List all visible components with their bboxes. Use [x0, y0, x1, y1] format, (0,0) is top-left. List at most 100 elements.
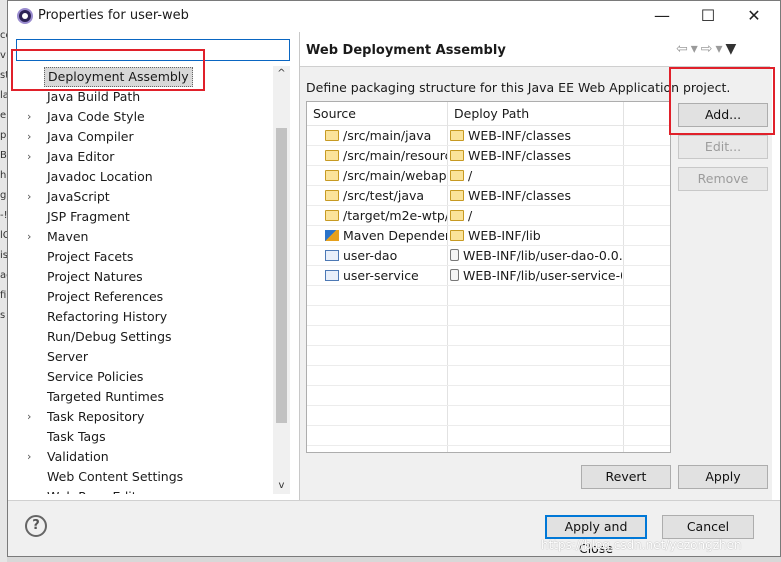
tree-item[interactable]: Refactoring History — [16, 307, 274, 327]
expand-arrow-icon[interactable]: › — [27, 447, 31, 467]
column-header-empty — [624, 102, 670, 126]
expand-arrow-icon[interactable]: › — [27, 227, 31, 247]
expand-arrow-icon[interactable]: › — [27, 107, 31, 127]
jar-icon — [450, 269, 459, 281]
background-text-fragment: g — [0, 190, 7, 201]
tree-item[interactable]: › Maven — [16, 227, 274, 247]
page-title: Web Deployment Assembly — [306, 43, 506, 58]
tree-item[interactable]: Project Facets — [16, 247, 274, 267]
empty-table-row — [307, 286, 670, 306]
folder-icon — [450, 230, 464, 241]
tree-item-label: Javadoc Location — [47, 169, 153, 184]
tree-item-label: Project Facets — [47, 249, 134, 264]
folder-icon — [325, 150, 339, 161]
table-row[interactable]: /target/m2e-wtp/web-resources / — [307, 206, 670, 226]
table-row[interactable]: /src/main/webapp / — [307, 166, 670, 186]
empty-table-row — [307, 386, 670, 406]
expand-arrow-icon[interactable]: › — [27, 147, 31, 167]
source-text: user-dao — [343, 248, 398, 263]
table-row[interactable]: /src/main/java WEB-INF/classes — [307, 126, 670, 146]
source-text: /src/test/java — [343, 188, 425, 203]
tree-item[interactable]: Javadoc Location — [16, 167, 274, 187]
maven-project-icon — [325, 250, 339, 261]
tree-item[interactable]: Service Policies — [16, 367, 274, 387]
apply-and-close-button[interactable]: Apply and Close — [545, 515, 647, 556]
edit-button[interactable]: Edit... — [678, 135, 768, 159]
forward-arrow-icon[interactable]: ⇨ — [701, 41, 713, 57]
deploy-path-text: WEB-INF/classes — [468, 128, 572, 143]
deployment-assembly-table[interactable]: Source ^ Deploy Path /src/main/java WEB-I… — [306, 101, 671, 453]
tree-item[interactable]: › Java Editor — [16, 147, 274, 167]
expand-arrow-icon[interactable]: › — [27, 187, 31, 207]
tree-item-label: Task Tags — [47, 429, 106, 444]
tree-item[interactable]: Web Page Editor — [16, 487, 274, 494]
tree-item[interactable]: Project References — [16, 287, 274, 307]
source-cell: /src/main/webapp — [325, 166, 447, 186]
tree-item[interactable]: Project Natures — [16, 267, 274, 287]
empty-table-row — [307, 306, 670, 326]
tree-item-label: JavaScript — [47, 189, 110, 204]
eclipse-icon — [17, 8, 33, 24]
tree-item[interactable]: › Java Compiler — [16, 127, 274, 147]
deploy-path-cell: / — [450, 206, 622, 226]
deploy-path-text: WEB-INF/lib/user-dao-0.0.1-SNAPSHOT.jar — [463, 248, 622, 263]
source-cell: /src/test/java — [325, 186, 447, 206]
tree-item-label: Targeted Runtimes — [47, 389, 164, 404]
cancel-button[interactable]: Cancel — [662, 515, 754, 539]
table-row[interactable]: /src/main/resources WEB-INF/classes — [307, 146, 670, 166]
tree-item[interactable]: Run/Debug Settings — [16, 327, 274, 347]
scroll-down-icon[interactable]: v — [273, 478, 290, 494]
source-cell: user-service — [325, 266, 447, 286]
folder-icon — [450, 210, 464, 221]
forward-menu-icon[interactable]: ▾ — [716, 41, 723, 57]
apply-button[interactable]: Apply — [678, 465, 768, 489]
column-header-deploy-path[interactable]: Deploy Path — [448, 102, 624, 126]
deploy-path-text: / — [468, 168, 473, 183]
tree-item-label: JSP Fragment — [47, 209, 130, 224]
tree-item[interactable]: › Java Code Style — [16, 107, 274, 127]
tree-item[interactable]: Server — [16, 347, 274, 367]
tree-scrollbar-thumb[interactable] — [276, 128, 287, 423]
deploy-path-text: / — [468, 208, 473, 223]
tree-item-label: Maven — [47, 229, 89, 244]
deploy-path-cell: WEB-INF/classes — [450, 146, 622, 166]
deploy-path-cell: WEB-INF/classes — [450, 186, 622, 206]
source-cell: /src/main/resources — [325, 146, 447, 166]
tree-item-label: Web Page Editor — [44, 487, 152, 494]
minimize-button[interactable]: — — [639, 1, 685, 32]
table-row[interactable]: Maven Dependencies WEB-INF/lib — [307, 226, 670, 246]
tree-item[interactable]: Targeted Runtimes — [16, 387, 274, 407]
view-menu-icon[interactable]: ▼ — [726, 41, 737, 57]
scroll-up-icon[interactable]: ^ — [273, 66, 290, 82]
folder-icon — [325, 170, 339, 181]
back-menu-icon[interactable]: ▾ — [691, 41, 698, 57]
background-window-strip: co v st la e pr Bhi g -! lC is ac fi s — [0, 0, 12, 562]
maven-library-icon — [325, 230, 339, 241]
tree-item[interactable]: › JavaScript — [16, 187, 274, 207]
tree-item[interactable]: JSP Fragment — [16, 207, 274, 227]
table-row[interactable]: /src/test/java WEB-INF/classes — [307, 186, 670, 206]
table-row[interactable]: user-service WEB-INF/lib/user-service-0.0… — [307, 266, 670, 286]
tree-item-label: Java Compiler — [47, 129, 134, 144]
expand-arrow-icon[interactable]: › — [27, 407, 31, 427]
tree-item[interactable]: › Validation — [16, 447, 274, 467]
tree-item-label: Project References — [47, 289, 164, 304]
maximize-button[interactable]: ☐ — [685, 1, 731, 32]
revert-button[interactable]: Revert — [581, 465, 671, 489]
back-arrow-icon[interactable]: ⇦ — [676, 41, 688, 57]
tree-item[interactable]: › Task Repository — [16, 407, 274, 427]
source-text: /target/m2e-wtp/web-resources — [343, 208, 447, 223]
empty-table-row — [307, 426, 670, 446]
help-icon[interactable]: ? — [25, 515, 47, 537]
source-cell: user-dao — [325, 246, 447, 266]
deploy-path-text: WEB-INF/classes — [468, 188, 572, 203]
expand-arrow-icon[interactable]: › — [27, 127, 31, 147]
tree-item[interactable]: Web Content Settings — [16, 467, 274, 487]
annotation-box-tree-selection — [11, 49, 205, 91]
tree-item[interactable]: Task Tags — [16, 427, 274, 447]
deploy-path-cell: WEB-INF/classes — [450, 126, 622, 146]
remove-button[interactable]: Remove — [678, 167, 768, 191]
close-button[interactable]: ✕ — [731, 1, 777, 32]
table-row[interactable]: user-dao WEB-INF/lib/user-dao-0.0.1-SNAPS… — [307, 246, 670, 266]
deploy-path-cell: / — [450, 166, 622, 186]
